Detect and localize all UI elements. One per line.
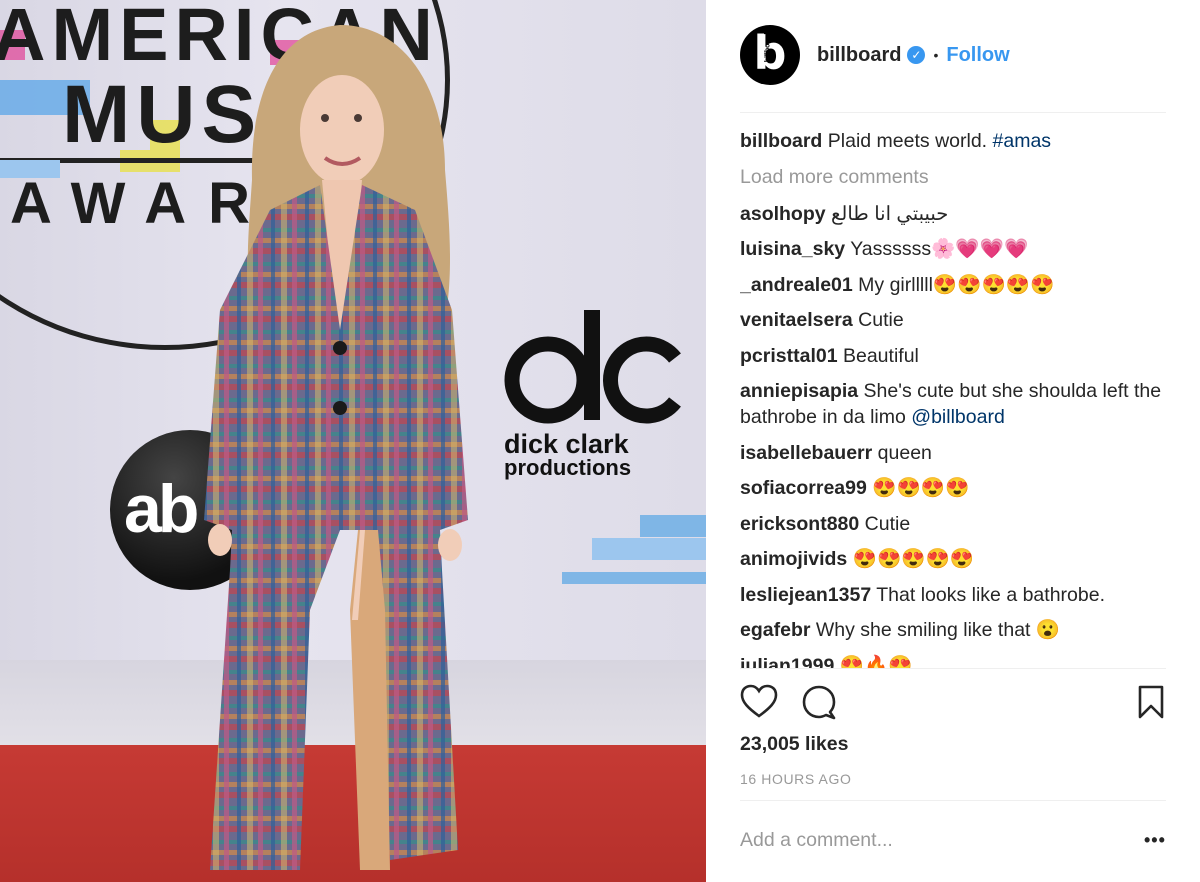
comment-item: _andreale01 My girlllll😍😍😍😍😍 (740, 272, 1166, 298)
comment-text: Cutie (858, 309, 904, 331)
comment-username[interactable]: _andreale01 (740, 274, 853, 296)
comment-username[interactable]: animojivids (740, 548, 847, 570)
header-separator-dot: • (933, 47, 939, 63)
comment-item: egafebr Why she smiling like that 😮 (740, 617, 1166, 643)
avatar-wordmark: billboard (764, 32, 772, 63)
caption-hashtag[interactable]: #amas (993, 130, 1052, 152)
abc-logo-text: ab (124, 471, 199, 547)
comment-item: julian1999 😍🔥😍 (740, 653, 1166, 669)
backdrop-pixel-block (562, 572, 706, 584)
caption-username[interactable]: billboard (740, 130, 822, 152)
comment-item: venitaelsera Cutie (740, 307, 1166, 333)
dick-clark-productions-logo: dick clark productions (504, 310, 681, 480)
comment-text: My girlllll😍😍😍😍😍 (858, 273, 1055, 296)
comment-item: lesliejean1357 That looks like a bathrob… (740, 582, 1166, 608)
comment-text: حبيبتي انا طالع (831, 202, 949, 225)
post-photo[interactable]: AMERICAN MUSIC AWARDS dick clark product… (0, 0, 706, 882)
comments-divider (740, 668, 1166, 669)
comment-username[interactable]: sofiacorrea99 (740, 477, 867, 499)
comment-username[interactable]: julian1999 (740, 655, 834, 669)
comment-text: That looks like a bathrobe. (876, 583, 1105, 606)
comment-text: 😍😍😍😍 (872, 477, 970, 499)
load-more-comments-button[interactable]: Load more comments (740, 164, 1166, 190)
backdrop-pixel-block (0, 160, 60, 178)
comment-item: anniepisapia She's cute but she shoulda … (740, 378, 1166, 430)
post-timestamp[interactable]: 16 HOURS AGO (740, 771, 851, 787)
dc-line-2: productions (504, 455, 631, 480)
comment-text: 😍🔥😍 (839, 654, 913, 669)
comment-text: 😍😍😍😍😍 (852, 548, 975, 570)
backdrop-pixel-block (640, 515, 706, 537)
comment-username[interactable]: ericksont880 (740, 513, 859, 535)
bookmark-icon[interactable] (1132, 683, 1170, 721)
comment-item: luisina_sky Yassssss🌸💗💗💗 (740, 236, 1166, 262)
caption-text: Plaid meets world. (827, 130, 988, 152)
comment-item: isabellebauerr queen (740, 440, 1166, 466)
comment-text: queen (877, 441, 932, 464)
comment-username[interactable]: luisina_sky (740, 238, 845, 260)
add-comment-input[interactable]: Add a comment... (740, 829, 893, 852)
comment-username[interactable]: isabellebauerr (740, 442, 872, 464)
heart-icon[interactable] (740, 683, 778, 721)
caption: billboard Plaid meets world. #amas (740, 128, 1166, 154)
comment-username[interactable]: pcristtal01 (740, 345, 838, 367)
comment-username[interactable]: lesliejean1357 (740, 584, 871, 606)
comment-text: Cutie (864, 512, 911, 535)
comment-item: asolhopy حبيبتي انا طالع (740, 201, 1166, 227)
comments-list[interactable]: billboard Plaid meets world. #amas Load … (740, 128, 1166, 668)
post-header: b billboard billboard ✓ • Follow (740, 24, 1010, 86)
more-options-button[interactable]: ••• (1144, 830, 1166, 851)
comment-bubble-icon[interactable] (800, 683, 838, 721)
comment-item: sofiacorrea99 😍😍😍😍 (740, 475, 1166, 501)
comment-text: Yassssss🌸💗💗💗 (850, 238, 1029, 260)
footer-divider (740, 800, 1166, 801)
like-count[interactable]: 23,005 likes (740, 733, 848, 756)
header-username[interactable]: billboard (817, 44, 901, 67)
avatar[interactable]: b billboard (740, 25, 800, 85)
person-figure (204, 25, 468, 870)
follow-button[interactable]: Follow (946, 44, 1009, 67)
comment-username[interactable]: venitaelsera (740, 309, 853, 331)
backdrop-pixel-block (592, 538, 706, 560)
comment-mention[interactable]: @billboard (911, 406, 1005, 428)
post-details-panel: b billboard billboard ✓ • Follow billboa… (706, 0, 1200, 882)
verified-badge-icon: ✓ (907, 46, 926, 64)
comment-username[interactable]: egafebr (740, 619, 810, 641)
comment-item: pcristtal01 Beautiful (740, 343, 1166, 369)
action-bar (740, 683, 1166, 723)
comment-text: Beautiful (842, 344, 919, 367)
comment-item: ericksont880 Cutie (740, 511, 1166, 537)
comment-username[interactable]: asolhopy (740, 203, 826, 225)
comment-text: Why she smiling like that 😮 (815, 619, 1061, 641)
comment-username[interactable]: anniepisapia (740, 380, 858, 402)
comment-item: animojivids 😍😍😍😍😍 (740, 546, 1166, 572)
header-divider (740, 112, 1166, 113)
